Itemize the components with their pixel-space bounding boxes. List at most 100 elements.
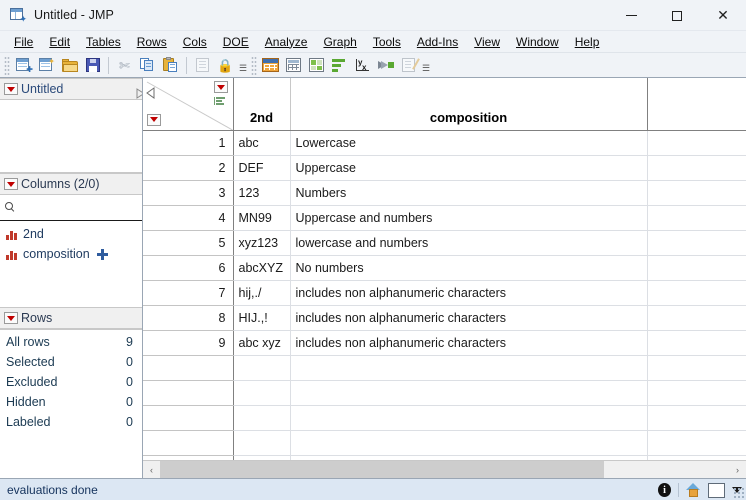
cell-2nd[interactable]: abc xyxy=(233,130,290,155)
status-combo-box[interactable] xyxy=(708,483,725,498)
table-corner-cell[interactable] xyxy=(143,78,233,130)
lock-icon[interactable]: 🔒 xyxy=(215,55,236,76)
menu-rows[interactable]: Rows xyxy=(129,33,175,51)
rows-stat-labeled[interactable]: Labeled 0 xyxy=(0,412,142,432)
table-row-empty[interactable] xyxy=(143,380,746,405)
scroll-right-button[interactable]: › xyxy=(729,461,746,478)
row-number[interactable]: 8 xyxy=(143,305,233,330)
menu-analyze[interactable]: Analyze xyxy=(257,33,316,51)
menu-help[interactable]: Help xyxy=(567,33,608,51)
data-table-icon[interactable] xyxy=(260,55,281,76)
edit-script-icon[interactable] xyxy=(398,55,419,76)
red-triangle-icon[interactable] xyxy=(4,83,18,95)
cell-2nd[interactable]: MN99 xyxy=(233,205,290,230)
open-folder-icon[interactable] xyxy=(59,55,80,76)
row-number[interactable]: 4 xyxy=(143,205,233,230)
cell-composition[interactable]: Uppercase xyxy=(290,155,647,180)
menu-window[interactable]: Window xyxy=(508,33,567,51)
row-number[interactable]: 2 xyxy=(143,155,233,180)
cell-composition[interactable]: includes non alphanumeric characters xyxy=(290,330,647,355)
new-data-table-icon[interactable]: ✚ xyxy=(13,55,34,76)
resize-grip[interactable] xyxy=(733,487,745,499)
scrollbar-thumb[interactable] xyxy=(160,461,604,478)
cell-composition[interactable]: includes non alphanumeric characters xyxy=(290,280,647,305)
horizontal-scrollbar[interactable]: ‹ › xyxy=(143,461,746,478)
formula-plus-icon[interactable] xyxy=(97,249,108,260)
table-panel-header[interactable]: Untitled xyxy=(0,78,142,100)
distribution-icon[interactable] xyxy=(306,55,327,76)
row-number[interactable]: 7 xyxy=(143,280,233,305)
scroll-left-button[interactable]: ‹ xyxy=(143,461,160,478)
copy-icon[interactable] xyxy=(137,55,158,76)
info-icon[interactable]: i xyxy=(658,483,671,497)
right-triangle-icon[interactable] xyxy=(129,83,136,93)
cell-2nd[interactable]: abcXYZ xyxy=(233,255,290,280)
rows-stat-excluded[interactable]: Excluded 0 xyxy=(0,372,142,392)
red-triangle-icon[interactable] xyxy=(4,312,18,324)
cell-composition[interactable]: includes non alphanumeric characters xyxy=(290,305,647,330)
summary-table-icon[interactable] xyxy=(283,55,304,76)
rows-stat-hidden[interactable]: Hidden 0 xyxy=(0,392,142,412)
maximize-button[interactable] xyxy=(654,0,700,31)
save-icon[interactable] xyxy=(82,55,103,76)
menu-graph[interactable]: Graph xyxy=(315,33,364,51)
cell-2nd[interactable]: abc xyz xyxy=(233,330,290,355)
new-script-icon[interactable]: ✦ xyxy=(36,55,57,76)
table-row[interactable]: 9 abc xyz includes non alphanumeric char… xyxy=(143,330,746,355)
fit-y-by-x-icon[interactable]: yx xyxy=(352,55,373,76)
table-row[interactable]: 7 hij,./ includes non alphanumeric chara… xyxy=(143,280,746,305)
cell-2nd[interactable]: HIJ.,! xyxy=(233,305,290,330)
table-row-empty[interactable] xyxy=(143,455,746,460)
menu-view[interactable]: View xyxy=(466,33,508,51)
cell-2nd[interactable]: xyz123 xyxy=(233,230,290,255)
scrollbar-track[interactable] xyxy=(160,461,729,478)
menu-tables[interactable]: Tables xyxy=(78,33,129,51)
rows-panel-header[interactable]: Rows xyxy=(0,307,142,329)
cell-composition[interactable]: No numbers xyxy=(290,255,647,280)
paste-icon[interactable] xyxy=(160,55,181,76)
table-row[interactable]: 4 MN99 Uppercase and numbers xyxy=(143,205,746,230)
cell-composition[interactable]: lowercase and numbers xyxy=(290,230,647,255)
menu-tools[interactable]: Tools xyxy=(365,33,409,51)
table-row[interactable]: 6 abcXYZ No numbers xyxy=(143,255,746,280)
table-row[interactable]: 8 HIJ.,! includes non alphanumeric chara… xyxy=(143,305,746,330)
cell-2nd[interactable]: DEF xyxy=(233,155,290,180)
table-row-empty[interactable] xyxy=(143,430,746,455)
columns-menu-red-triangle-icon[interactable] xyxy=(147,114,161,126)
cell-composition[interactable]: Uppercase and numbers xyxy=(290,205,647,230)
row-number[interactable]: 1 xyxy=(143,130,233,155)
close-button[interactable]: ✕ xyxy=(700,0,746,31)
cell-2nd[interactable]: 123 xyxy=(233,180,290,205)
home-icon[interactable] xyxy=(686,483,701,497)
toolbar-overflow-2[interactable]: ☰ xyxy=(420,55,432,76)
cut-icon[interactable]: ✄ xyxy=(114,55,135,76)
row-number[interactable]: 3 xyxy=(143,180,233,205)
menu-file[interactable]: File xyxy=(6,33,41,51)
row-number[interactable]: 9 xyxy=(143,330,233,355)
rows-menu-red-triangle-icon[interactable] xyxy=(214,81,228,93)
columns-panel-header[interactable]: Columns (2/0) xyxy=(0,173,142,195)
column-header-composition[interactable]: composition xyxy=(290,78,647,130)
toolbar-grip-2[interactable] xyxy=(251,56,257,75)
left-triangle-icon[interactable] xyxy=(146,81,154,93)
table-row[interactable]: 1 abc Lowercase xyxy=(143,130,746,155)
table-row-empty[interactable] xyxy=(143,405,746,430)
row-number[interactable]: 5 xyxy=(143,230,233,255)
table-row[interactable]: 5 xyz123 lowercase and numbers xyxy=(143,230,746,255)
row-number[interactable]: 6 xyxy=(143,255,233,280)
column-item-composition[interactable]: composition xyxy=(0,244,142,264)
menu-cols[interactable]: Cols xyxy=(175,33,215,51)
cell-composition[interactable]: Lowercase xyxy=(290,130,647,155)
table-row[interactable]: 2 DEF Uppercase xyxy=(143,155,746,180)
toolbar-overflow-1[interactable]: ☰ xyxy=(237,55,249,76)
rows-stat-all-rows[interactable]: All rows 9 xyxy=(0,332,142,352)
rows-stat-selected[interactable]: Selected 0 xyxy=(0,352,142,372)
minimize-button[interactable] xyxy=(608,0,654,31)
run-script-icon[interactable] xyxy=(375,55,396,76)
cell-2nd[interactable]: hij,./ xyxy=(233,280,290,305)
cell-composition[interactable]: Numbers xyxy=(290,180,647,205)
menu-doe[interactable]: DOE xyxy=(215,33,257,51)
toolbar-grip-1[interactable] xyxy=(4,56,10,75)
red-triangle-icon[interactable] xyxy=(4,178,18,190)
column-header-2nd[interactable]: 2nd xyxy=(233,78,290,130)
